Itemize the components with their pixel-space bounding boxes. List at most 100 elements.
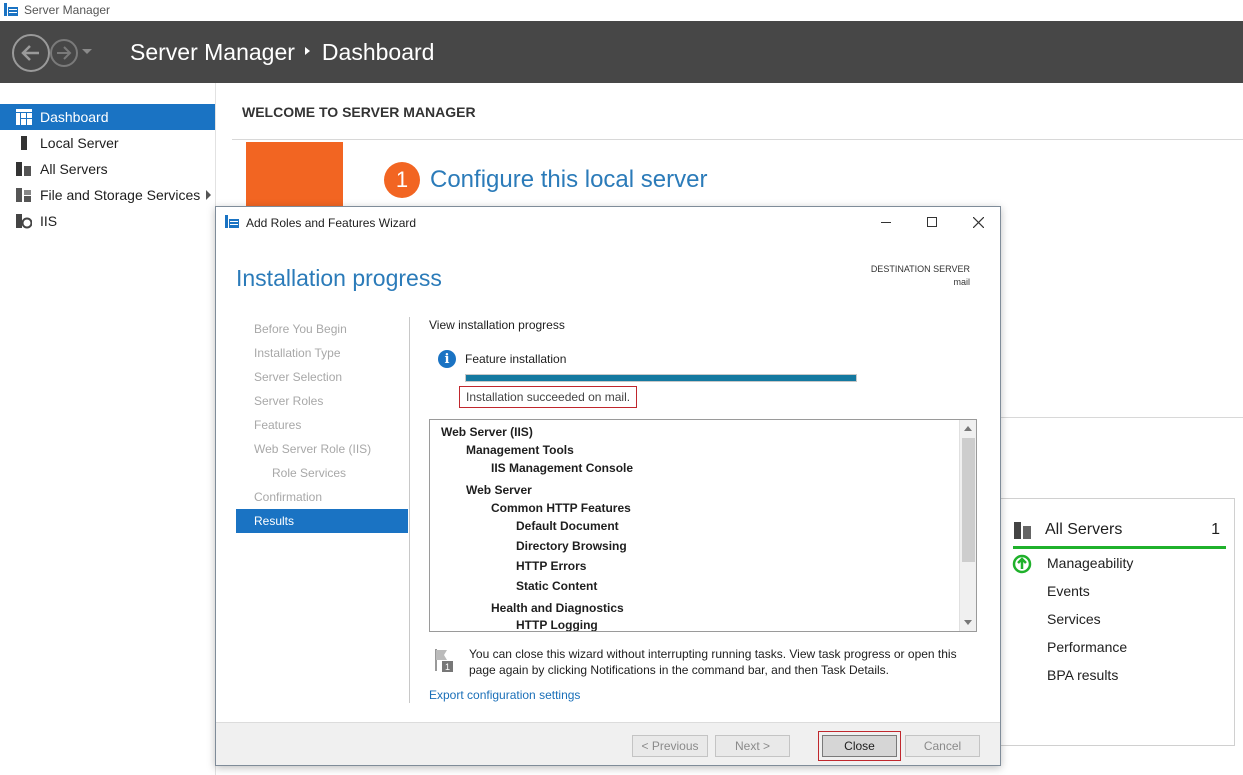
step-features: Features bbox=[254, 418, 302, 432]
destination-server-label: DESTINATION SERVER bbox=[870, 264, 970, 274]
list-item: Web Server bbox=[466, 483, 532, 497]
tile-row-bpa-results[interactable]: BPA results bbox=[1047, 667, 1118, 683]
notification-flag-icon: 1 bbox=[435, 649, 453, 672]
step-installation-type: Installation Type bbox=[254, 346, 341, 360]
quick-start-tile[interactable] bbox=[246, 142, 343, 208]
vertical-scrollbar[interactable] bbox=[959, 420, 976, 631]
list-item: Management Tools bbox=[466, 443, 574, 457]
cancel-button[interactable]: Cancel bbox=[905, 735, 980, 757]
progress-bar bbox=[465, 374, 857, 382]
server-icon bbox=[21, 136, 27, 150]
scroll-thumb[interactable] bbox=[962, 438, 975, 562]
sidebar-item-label: File and Storage Services bbox=[40, 187, 201, 203]
server-count: 1 bbox=[1211, 520, 1220, 538]
history-dropdown-icon[interactable] bbox=[82, 49, 92, 54]
list-item: Web Server (IIS) bbox=[441, 425, 533, 439]
sidebar-item-label: All Servers bbox=[40, 161, 108, 177]
scroll-up-icon[interactable] bbox=[964, 426, 972, 431]
servers-icon bbox=[1014, 521, 1031, 539]
chevron-right-icon[interactable] bbox=[206, 190, 211, 200]
tile-header[interactable]: All Servers 1 bbox=[1013, 513, 1226, 549]
list-item: Directory Browsing bbox=[516, 539, 627, 553]
breadcrumb-page: Dashboard bbox=[321, 39, 435, 65]
export-configuration-link[interactable]: Export configuration settings bbox=[429, 688, 580, 702]
storage-icon bbox=[16, 188, 31, 202]
sidebar-item-label: Local Server bbox=[40, 135, 119, 151]
step-server-roles: Server Roles bbox=[254, 394, 324, 408]
tile-title: All Servers bbox=[1045, 520, 1123, 538]
arrow-right-icon bbox=[57, 46, 72, 60]
page-title: Installation progress bbox=[236, 265, 442, 291]
list-item: Static Content bbox=[516, 579, 598, 593]
iis-icon bbox=[16, 214, 32, 229]
header-bar: Server Manager Dashboard bbox=[0, 21, 1243, 83]
status-up-icon bbox=[1012, 554, 1032, 574]
maximize-button[interactable] bbox=[922, 213, 942, 231]
tile-row-performance[interactable]: Performance bbox=[1047, 639, 1127, 655]
all-servers-tile: All Servers 1 Manageability Events Servi… bbox=[1000, 498, 1235, 746]
tile-row-manageability[interactable]: Manageability bbox=[1047, 555, 1133, 571]
step-web-server-role: Web Server Role (IIS) bbox=[254, 442, 372, 456]
next-button[interactable]: Next > bbox=[715, 735, 790, 757]
divider bbox=[409, 317, 410, 703]
add-roles-wizard-dialog: Add Roles and Features Wizard Installati… bbox=[215, 206, 1001, 766]
sidebar-item-file-storage[interactable]: File and Storage Services bbox=[0, 182, 215, 208]
list-item: Default Document bbox=[516, 519, 619, 533]
close-button[interactable]: Close bbox=[818, 731, 901, 761]
arrow-left-icon bbox=[21, 45, 39, 61]
installation-status: Installation succeeded on mail. bbox=[459, 386, 638, 408]
divider bbox=[232, 139, 1243, 140]
sidebar-item-all-servers[interactable]: All Servers bbox=[0, 156, 215, 182]
dialog-footer: < Previous Next > Close Cancel bbox=[216, 722, 1000, 765]
minimize-button[interactable] bbox=[876, 213, 896, 231]
sidebar-item-dashboard[interactable]: Dashboard bbox=[0, 104, 215, 130]
svg-text:1: 1 bbox=[445, 662, 450, 672]
dashboard-grid-icon bbox=[16, 109, 32, 125]
configure-local-server-link[interactable]: Configure this local server bbox=[430, 166, 707, 194]
list-item: IIS Management Console bbox=[491, 461, 634, 475]
breadcrumb-root[interactable]: Server Manager bbox=[130, 39, 295, 66]
note-line: You can close this wizard without interr… bbox=[469, 647, 957, 661]
welcome-heading: WELCOME TO SERVER MANAGER bbox=[242, 104, 476, 120]
window-titlebar: Server Manager bbox=[0, 0, 1243, 21]
sidebar-item-label: Dashboard bbox=[40, 109, 109, 125]
window-title: Server Manager bbox=[24, 3, 111, 17]
close-icon bbox=[972, 216, 984, 228]
dialog-title: Add Roles and Features Wizard bbox=[246, 216, 417, 230]
list-item: Health and Diagnostics bbox=[491, 601, 624, 615]
installation-results-list[interactable]: Web Server (IIS) Management Tools IIS Ma… bbox=[429, 419, 977, 632]
minimize-icon bbox=[881, 221, 891, 223]
dialog-titlebar[interactable]: Add Roles and Features Wizard bbox=[216, 207, 1000, 237]
step-confirmation: Confirmation bbox=[254, 490, 323, 504]
sidebar-item-label: IIS bbox=[40, 213, 58, 229]
list-item: HTTP Errors bbox=[516, 559, 587, 573]
info-icon: i bbox=[438, 350, 456, 368]
previous-button[interactable]: < Previous bbox=[632, 735, 708, 757]
divider bbox=[1000, 417, 1243, 418]
note-text: You can close this wizard without interr… bbox=[469, 646, 969, 678]
forward-button[interactable] bbox=[50, 39, 78, 67]
sidebar-item-local-server[interactable]: Local Server bbox=[0, 130, 215, 156]
progress-bar-fill bbox=[466, 375, 856, 381]
feature-installation-label: Feature installation bbox=[465, 352, 567, 366]
list-item: Common HTTP Features bbox=[491, 501, 631, 515]
server-manager-icon bbox=[4, 3, 18, 16]
step-server-selection: Server Selection bbox=[254, 370, 343, 384]
list-item: HTTP Logging bbox=[516, 618, 598, 632]
destination-server-value: mail bbox=[953, 277, 970, 287]
step-before-you-begin: Before You Begin bbox=[254, 322, 347, 336]
back-button[interactable] bbox=[12, 34, 50, 72]
server-manager-icon bbox=[225, 215, 239, 228]
servers-icon bbox=[16, 162, 31, 176]
close-window-button[interactable] bbox=[968, 213, 988, 231]
breadcrumb-separator-icon bbox=[304, 46, 310, 55]
scroll-down-icon[interactable] bbox=[964, 620, 972, 625]
section-title: View installation progress bbox=[429, 318, 565, 332]
step-number-badge: 1 bbox=[384, 162, 420, 198]
sidebar-item-iis[interactable]: IIS bbox=[0, 208, 215, 234]
tile-row-events[interactable]: Events bbox=[1047, 583, 1090, 599]
maximize-icon bbox=[927, 217, 937, 227]
step-results[interactable]: Results bbox=[236, 509, 408, 533]
tile-row-services[interactable]: Services bbox=[1047, 611, 1101, 627]
step-role-services: Role Services bbox=[272, 466, 347, 480]
